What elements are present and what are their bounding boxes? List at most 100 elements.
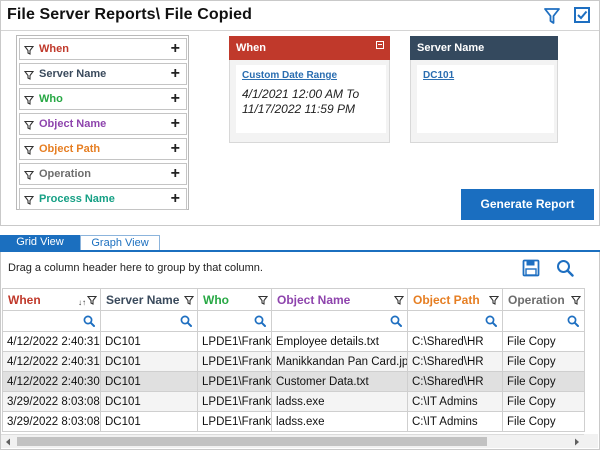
table-cell: Customer Data.txt <box>271 371 408 392</box>
column-header-who[interactable]: Who <box>197 288 272 311</box>
report-criteria-panel: File Server Reports\ File Copied When + Se… <box>0 0 600 226</box>
column-filter-icon[interactable]: ↓↑ <box>78 294 98 308</box>
magnifier-icon[interactable] <box>556 259 574 277</box>
tab-grid-view[interactable]: Grid View <box>0 235 80 251</box>
filter-item-who[interactable]: Who + <box>19 88 187 110</box>
filter-item-object-name[interactable]: Object Name + <box>19 113 187 135</box>
table-cell: 3/29/2022 8:03:08 <box>2 411 101 432</box>
filter-funnel-icon <box>23 119 35 133</box>
column-search-cell[interactable] <box>502 310 585 332</box>
title-divider <box>1 30 599 31</box>
table-cell: File Copy <box>502 411 585 432</box>
table-row[interactable]: 3/29/2022 8:03:08 DC101 LPDE1\Frank ladss.e… <box>2 411 585 432</box>
filter-field-list: When + Server Name + Who + Object Name + Object … <box>16 35 189 210</box>
filter-item-server-name[interactable]: Server Name + <box>19 63 187 85</box>
column-search-cell[interactable] <box>271 310 408 332</box>
table-cell: 4/12/2022 2:40:31 <box>2 351 101 372</box>
when-card-body: Custom Date Range 4/1/2021 12:00 AM To 1… <box>236 65 386 133</box>
column-search-cell[interactable] <box>197 310 272 332</box>
sort-arrows-icon: ↓↑ <box>78 298 86 307</box>
column-search-row <box>2 310 585 332</box>
table-cell: C:\Shared\HR <box>407 351 503 372</box>
generate-report-button[interactable]: Generate Report <box>461 189 594 220</box>
plus-icon[interactable]: + <box>171 189 180 209</box>
table-cell: 4/12/2022 2:40:31 <box>2 331 101 352</box>
column-filter-icon[interactable] <box>393 294 405 308</box>
table-cell: DC101 <box>100 331 198 352</box>
filter-item-operation[interactable]: Operation + <box>19 163 187 185</box>
server-card-header: Server Name <box>410 36 558 60</box>
plus-icon[interactable]: + <box>171 164 180 184</box>
scroll-right-icon[interactable] <box>570 435 584 449</box>
scrollbar-thumb[interactable] <box>17 437 487 446</box>
column-header-server-name[interactable]: Server Name <box>100 288 198 311</box>
results-grid-panel: Drag a column header here to group by th… <box>0 252 600 450</box>
column-filter-icon[interactable] <box>570 294 582 308</box>
table-cell: ladss.exe <box>271 391 408 412</box>
tab-graph-view[interactable]: Graph View <box>80 235 160 251</box>
column-header-operation[interactable]: Operation <box>502 288 585 311</box>
plus-icon[interactable]: + <box>171 39 180 59</box>
filter-item-label: Object Path <box>39 143 101 155</box>
minimize-icon[interactable] <box>376 41 384 49</box>
table-cell: DC101 <box>100 391 198 412</box>
table-row[interactable]: 4/12/2022 2:40:31 DC101 LPDE1\Frank Manikka… <box>2 351 585 372</box>
column-header-object-path[interactable]: Object Path <box>407 288 503 311</box>
server-card-title: Server Name <box>417 42 485 54</box>
column-search-cell[interactable] <box>407 310 503 332</box>
table-cell: 4/12/2022 2:40:30 <box>2 371 101 392</box>
table-cell: Manikkandan Pan Card.jpg <box>271 351 408 372</box>
plus-icon[interactable]: + <box>171 64 180 84</box>
server-card-body: DC101 <box>417 65 554 133</box>
column-search-cell[interactable] <box>100 310 198 332</box>
table-row[interactable]: 4/12/2022 2:40:30 DC101 LPDE1\Frank Custome… <box>2 371 585 392</box>
column-filter-icon[interactable] <box>488 294 500 308</box>
plus-icon[interactable]: + <box>171 139 180 159</box>
table-row[interactable]: 3/29/2022 8:03:08 DC101 LPDE1\Frank ladss.e… <box>2 391 585 412</box>
server-dc101-link[interactable]: DC101 <box>423 70 454 81</box>
table-cell: C:\IT Admins <box>407 391 503 412</box>
filter-item-label: Process Name <box>39 193 115 205</box>
table-cell: File Copy <box>502 351 585 372</box>
filter-funnel-icon <box>23 144 35 158</box>
table-cell: C:\Shared\HR <box>407 331 503 352</box>
table-cell: LPDE1\Frank <box>197 371 272 392</box>
custom-date-range-link[interactable]: Custom Date Range <box>242 70 337 81</box>
table-cell: 3/29/2022 8:03:08 <box>2 391 101 412</box>
plus-icon[interactable]: + <box>171 89 180 109</box>
scroll-left-icon[interactable] <box>1 435 15 449</box>
horizontal-scrollbar[interactable] <box>1 434 584 448</box>
filter-funnel-icon <box>23 94 35 108</box>
table-cell: LPDE1\Frank <box>197 411 272 432</box>
table-cell: LPDE1\Frank <box>197 391 272 412</box>
table-row[interactable]: 4/12/2022 2:40:31 DC101 LPDE1\Frank Employe… <box>2 331 585 352</box>
column-header-label: Server Name <box>106 292 180 307</box>
table-cell: File Copy <box>502 371 585 392</box>
table-cell: File Copy <box>502 391 585 412</box>
checkbox-icon[interactable] <box>574 7 590 23</box>
server-name-criteria-card: Server Name DC101 <box>410 36 558 143</box>
filter-item-process-name[interactable]: Process Name + <box>19 188 187 210</box>
column-filter-icon[interactable] <box>183 294 195 308</box>
filter-funnel-icon <box>23 194 35 208</box>
table-cell: ladss.exe <box>271 411 408 432</box>
table-cell: File Copy <box>502 331 585 352</box>
results-table: When ↓↑ Server Name Who Object Name Object Pa… <box>2 288 585 432</box>
plus-icon[interactable]: + <box>171 114 180 134</box>
floppy-disk-icon[interactable] <box>522 259 540 277</box>
column-header-when[interactable]: When ↓↑ <box>2 288 101 311</box>
table-cell: DC101 <box>100 371 198 392</box>
filter-item-when[interactable]: When + <box>19 38 187 60</box>
table-cell: Employee details.txt <box>271 331 408 352</box>
filter-item-label: Server Name <box>39 68 107 80</box>
column-header-label: Operation <box>508 292 565 307</box>
column-filter-icon[interactable] <box>257 294 269 308</box>
page-title: File Server Reports\ File Copied <box>7 6 253 23</box>
table-cell: DC101 <box>100 411 198 432</box>
table-header-row: When ↓↑ Server Name Who Object Name Object Pa… <box>2 288 585 311</box>
funnel-icon[interactable] <box>543 7 561 25</box>
filter-item-label: Who <box>39 93 63 105</box>
column-header-object-name[interactable]: Object Name <box>271 288 408 311</box>
column-search-cell[interactable] <box>2 310 101 332</box>
filter-item-object-path[interactable]: Object Path + <box>19 138 187 160</box>
